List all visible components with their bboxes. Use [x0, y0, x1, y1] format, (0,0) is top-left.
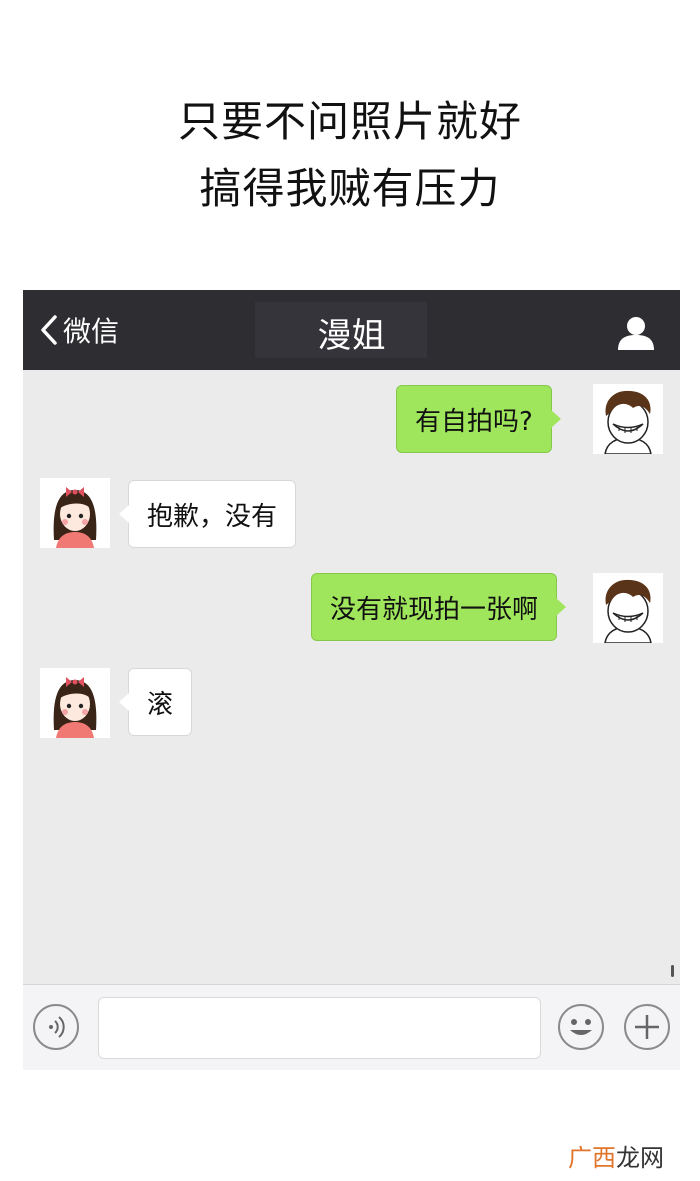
watermark: 广西龙网: [568, 1138, 664, 1173]
watermark-part-1: 广西: [568, 1144, 616, 1172]
chat-info-button[interactable]: [616, 316, 656, 350]
input-bar: [23, 984, 680, 1070]
message-text: 没有就现拍一张啊: [330, 594, 539, 625]
more-button[interactable]: [624, 1004, 670, 1050]
boy-avatar[interactable]: [593, 384, 663, 454]
girl-avatar[interactable]: [40, 668, 110, 738]
emoji-icon: [570, 1019, 592, 1035]
boy-avatar[interactable]: [593, 573, 663, 643]
emoji-button[interactable]: [558, 1004, 604, 1050]
girl-avatar[interactable]: [40, 478, 110, 548]
plus-icon: [635, 1015, 659, 1039]
caption-line-1: 只要不问照片就好: [177, 97, 522, 146]
message-bubble-incoming[interactable]: 滚: [118, 668, 193, 736]
scroll-indicator[interactable]: [671, 965, 674, 977]
person-icon: [618, 317, 654, 350]
message-text: 滚: [147, 689, 174, 720]
message-text: 抱歉，没有: [147, 501, 278, 532]
chat-title: 漫姐: [317, 316, 386, 356]
message-text: 有自拍吗?: [415, 406, 533, 437]
message-input[interactable]: [98, 997, 541, 1059]
message-bubble-outgoing[interactable]: 没有就现拍一张啊: [311, 573, 567, 641]
caption-line-2: 搞得我贼有压力: [199, 164, 501, 213]
message-bubble-incoming[interactable]: 抱歉，没有: [118, 480, 297, 548]
message-bubble-outgoing[interactable]: 有自拍吗?: [396, 385, 561, 453]
navigation-bar: 微信 漫姐: [23, 290, 680, 370]
watermark-part-2: 龙网: [616, 1144, 664, 1172]
chat-screen: 微信 漫姐 有自拍吗? 抱歉，没有 没有就现拍一张啊 滚: [23, 290, 680, 1070]
voice-icon: [49, 1016, 65, 1038]
voice-button[interactable]: [33, 1004, 79, 1050]
